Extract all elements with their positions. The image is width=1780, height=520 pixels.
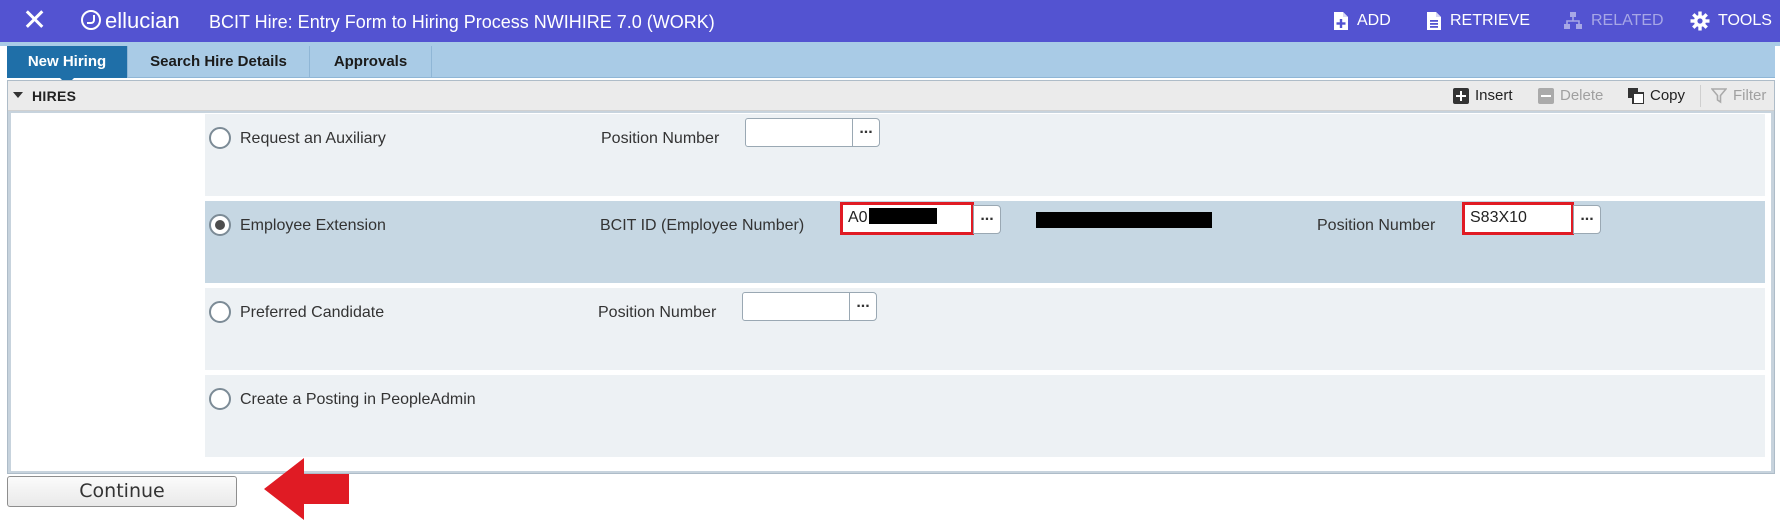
position-number-label: Position Number: [601, 130, 720, 147]
option-row-request-auxiliary: Request an Auxiliary Position Number ...: [205, 114, 1765, 196]
retrieve-label: RETRIEVE: [1450, 12, 1531, 29]
bcit-id-value: A0: [848, 209, 868, 226]
collapse-caret-icon[interactable]: [13, 92, 23, 98]
continue-button[interactable]: Continue: [7, 476, 237, 507]
add-button[interactable]: ADD: [1333, 11, 1391, 31]
position-number-label: Position Number: [1317, 217, 1436, 234]
related-sitemap-icon: [1564, 12, 1582, 29]
related-button[interactable]: RELATED: [1563, 11, 1664, 31]
delete-button[interactable]: Delete: [1538, 86, 1603, 106]
tab-new-hiring[interactable]: New Hiring: [7, 46, 128, 85]
tools-button[interactable]: TOOLS: [1690, 11, 1772, 31]
option-label: Employee Extension: [240, 217, 386, 234]
add-label: ADD: [1357, 12, 1391, 29]
gear-icon: [1690, 11, 1710, 31]
option-row-create-posting: Create a Posting in PeopleAdmin: [205, 375, 1765, 457]
bcit-id-input[interactable]: A0: [840, 202, 974, 235]
position-number-input[interactable]: [745, 118, 853, 147]
tab-approvals[interactable]: Approvals: [310, 46, 432, 78]
option-label: Request an Auxiliary: [240, 130, 386, 147]
close-icon[interactable]: ✕: [22, 5, 47, 37]
position-number-lookup-button[interactable]: ...: [849, 292, 877, 321]
radio-create-posting[interactable]: [209, 388, 231, 410]
tab-bar: New Hiring Search Hire Details Approvals: [7, 46, 1775, 85]
position-number-lookup-button[interactable]: ...: [852, 118, 880, 147]
option-row-preferred-candidate: Preferred Candidate Position Number ...: [205, 288, 1765, 370]
radio-preferred-candidate[interactable]: [209, 301, 231, 323]
filter-button[interactable]: Filter: [1711, 86, 1766, 106]
ellucian-logo-mark-icon: [81, 10, 101, 30]
employee-name-redacted: [1036, 212, 1212, 228]
bcit-id-label: BCIT ID (Employee Number): [600, 217, 805, 234]
insert-label: Insert: [1475, 87, 1513, 104]
position-number-lookup-button[interactable]: ...: [1573, 205, 1601, 234]
page-title: BCIT Hire: Entry Form to Hiring Process …: [209, 12, 715, 32]
position-number-input[interactable]: [742, 292, 850, 321]
bcit-id-lookup-button[interactable]: ...: [973, 205, 1001, 234]
redaction-bar: [868, 208, 937, 224]
insert-button[interactable]: Insert: [1453, 86, 1513, 106]
toolbar-separator: [1700, 85, 1701, 107]
radio-employee-extension[interactable]: [209, 214, 231, 236]
minus-square-icon: [1538, 88, 1554, 104]
brand-name: ellucian: [105, 8, 180, 33]
section-title: HIRES: [32, 88, 77, 104]
red-arrow-annotation: [264, 458, 349, 520]
related-label: RELATED: [1591, 12, 1664, 29]
filter-icon: [1711, 88, 1727, 104]
delete-label: Delete: [1560, 87, 1604, 104]
tab-search-hire-details[interactable]: Search Hire Details: [128, 46, 310, 78]
option-label: Preferred Candidate: [240, 304, 385, 321]
add-page-icon: [1334, 12, 1348, 30]
ellucian-logo: ellucian: [81, 8, 180, 34]
section-header: HIRES Insert Delete Copy Filter: [8, 81, 1774, 111]
plus-square-icon: [1453, 88, 1469, 104]
tools-label: TOOLS: [1718, 12, 1772, 29]
hire-options-area: Request an Auxiliary Position Number ...…: [11, 113, 1771, 471]
filter-label: Filter: [1733, 87, 1767, 104]
radio-request-auxiliary[interactable]: [209, 127, 231, 149]
retrieve-page-icon: [1427, 12, 1441, 30]
hires-section: HIRES Insert Delete Copy Filter Request …: [7, 80, 1775, 474]
position-number-input[interactable]: S83X10: [1462, 202, 1574, 235]
copy-label: Copy: [1650, 87, 1686, 104]
option-row-employee-extension: Employee Extension BCIT ID (Employee Num…: [205, 201, 1765, 283]
copy-icon: [1628, 88, 1644, 104]
position-number-label: Position Number: [598, 304, 717, 321]
app-header: ✕ ellucian BCIT Hire: Entry Form to Hiri…: [0, 0, 1780, 42]
copy-button[interactable]: Copy: [1628, 86, 1685, 106]
retrieve-button[interactable]: RETRIEVE: [1426, 11, 1530, 31]
option-label: Create a Posting in PeopleAdmin: [240, 391, 476, 408]
